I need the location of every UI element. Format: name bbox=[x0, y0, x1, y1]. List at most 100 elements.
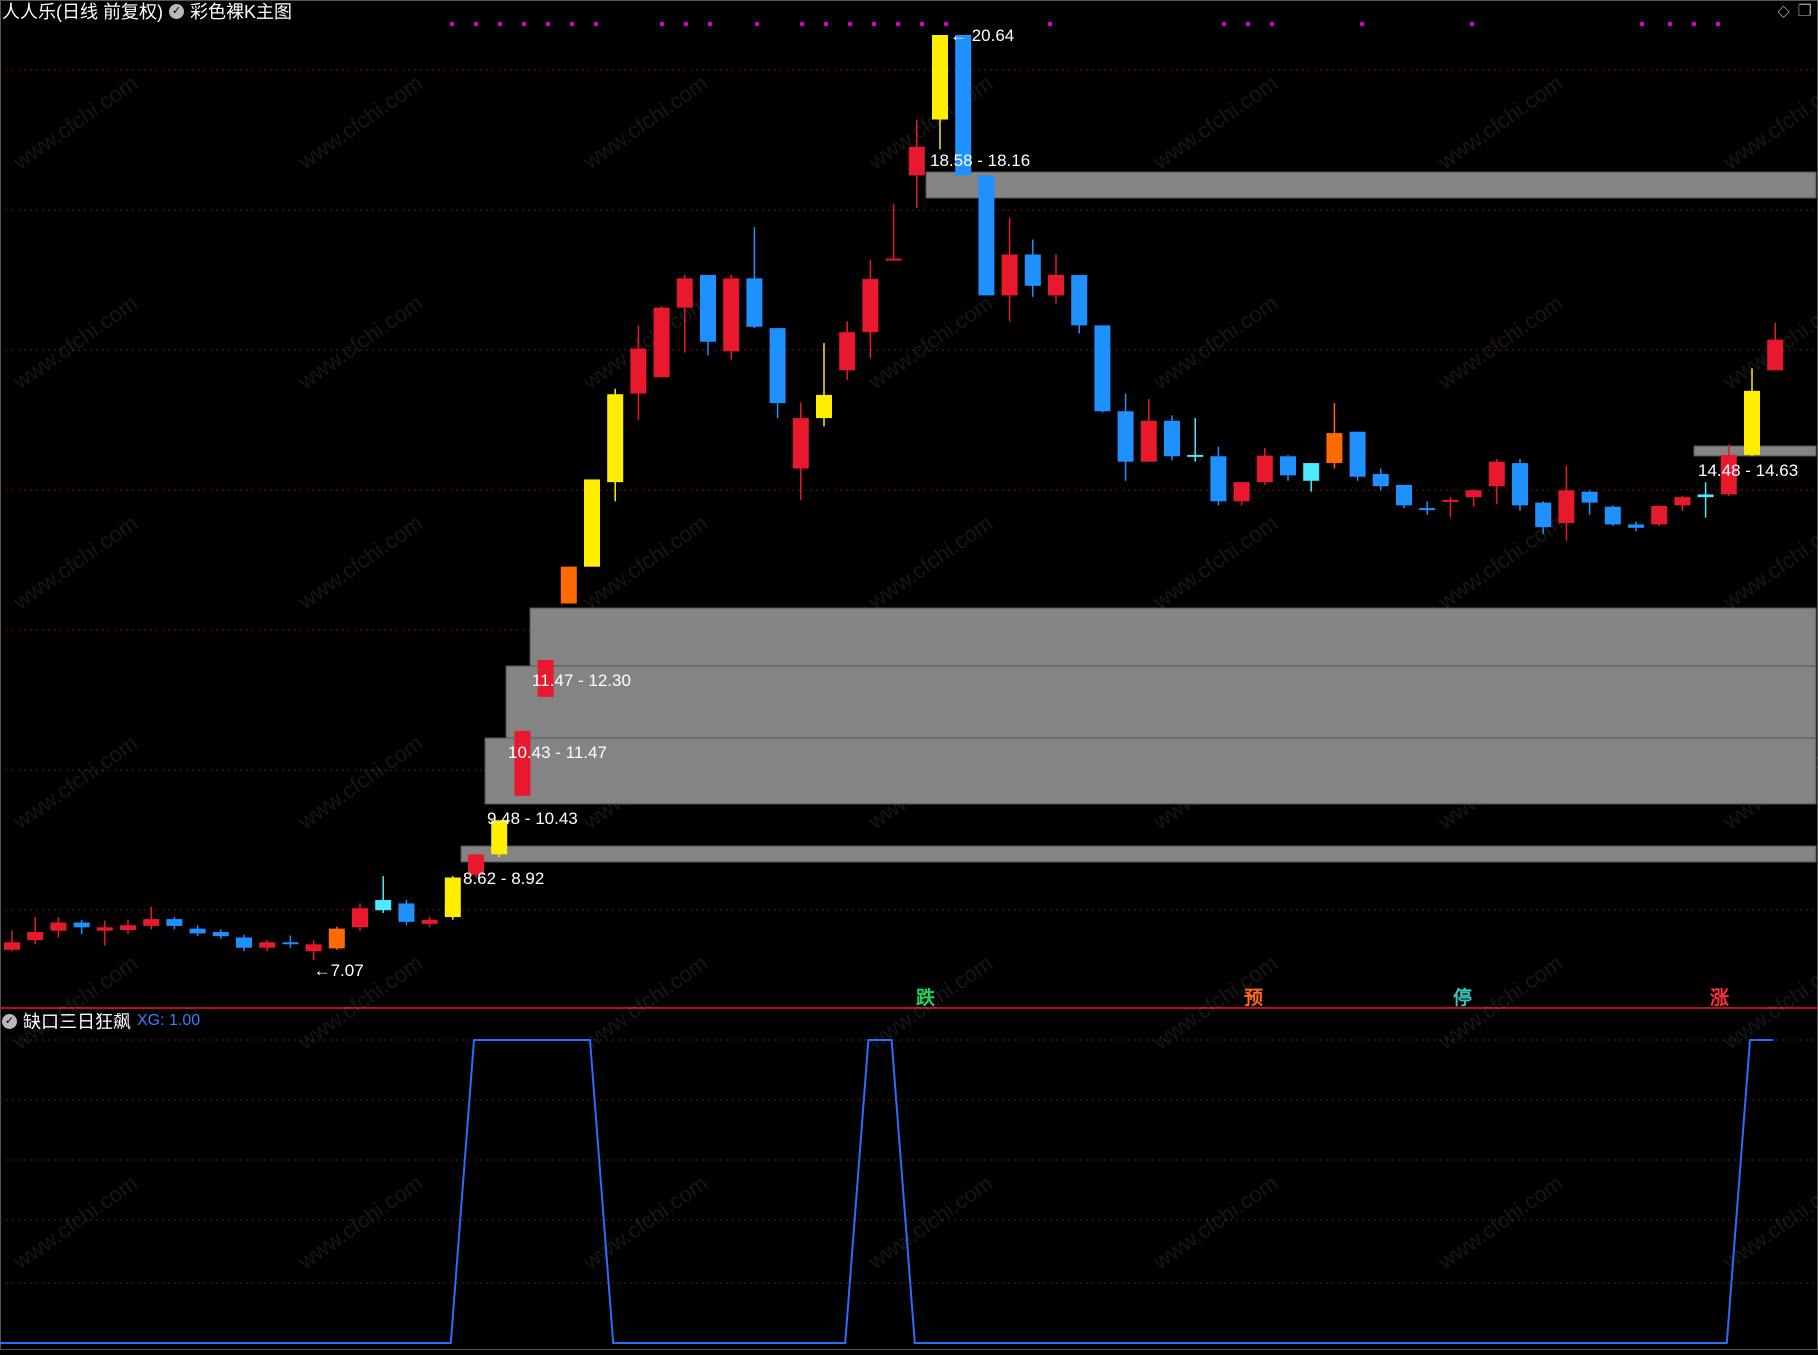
gap-band bbox=[460, 845, 1817, 863]
candle-body bbox=[1117, 411, 1134, 462]
gap-band bbox=[925, 171, 1817, 199]
main-panel-header: 人人乐(日线 前复权) ✓ 彩色裸K主图 bbox=[2, 0, 292, 22]
gap-label: 14.48 - 14.63 bbox=[1698, 461, 1798, 480]
candle-body bbox=[73, 922, 90, 928]
signal-dot bbox=[872, 22, 876, 26]
signal-dot bbox=[546, 22, 550, 26]
candle-body bbox=[560, 566, 577, 604]
candle-body bbox=[96, 927, 113, 931]
watermark: www.cfchi.com bbox=[1148, 1170, 1282, 1274]
xg-line bbox=[0, 1039, 1774, 1344]
candle-body bbox=[676, 278, 693, 308]
signal-dot bbox=[594, 22, 598, 26]
watermark: www.cfchi.com bbox=[1148, 510, 1282, 614]
watermark: www.cfchi.com bbox=[1433, 1170, 1567, 1274]
candle-body bbox=[1280, 456, 1296, 476]
candle-body bbox=[816, 394, 832, 419]
candle-body bbox=[630, 348, 647, 394]
window-controls: ◇ ❐ bbox=[1777, 1, 1812, 21]
candle-body bbox=[1001, 254, 1018, 296]
watermark: www.cfchi.com bbox=[8, 730, 142, 834]
candle-body bbox=[1256, 455, 1273, 483]
candle-body bbox=[514, 730, 531, 796]
candle-body bbox=[862, 279, 879, 333]
watermark: www.cfchi.com bbox=[8, 950, 142, 1054]
window-restore-icon[interactable]: ❐ bbox=[1798, 1, 1812, 21]
candle-body bbox=[1372, 473, 1389, 487]
watermark: www.cfchi.com bbox=[8, 290, 142, 394]
candle-body bbox=[1674, 497, 1691, 506]
gap-label: 18.58 - 18.16 bbox=[930, 151, 1030, 170]
gap-band bbox=[484, 737, 1817, 805]
signal-dot bbox=[1222, 22, 1226, 26]
signal-dot bbox=[570, 22, 574, 26]
watermark: www.cfchi.com bbox=[1433, 70, 1567, 174]
signal-dot bbox=[800, 22, 804, 26]
candle-body bbox=[885, 258, 902, 261]
watermark: www.cfchi.com bbox=[578, 950, 712, 1054]
signal-dot bbox=[1668, 22, 1672, 26]
candle-body bbox=[1048, 274, 1064, 296]
candle-body bbox=[4, 942, 20, 950]
candle-body bbox=[1744, 390, 1760, 455]
signal-dot bbox=[1470, 22, 1474, 26]
signal-dot bbox=[896, 22, 900, 26]
candle-body bbox=[607, 394, 624, 483]
candle-body bbox=[27, 932, 44, 941]
candle-body bbox=[792, 418, 809, 469]
low-price-label: ←7.07 bbox=[314, 961, 364, 980]
candle-body bbox=[1164, 420, 1180, 457]
candle-body bbox=[932, 35, 948, 120]
signal-dot bbox=[474, 22, 478, 26]
candle-body bbox=[584, 479, 600, 567]
signal-dot bbox=[498, 22, 502, 26]
sub-indicator-name[interactable]: 缺口三日狂飙 bbox=[23, 1008, 131, 1034]
watermark: www.cfchi.com bbox=[8, 70, 142, 174]
check-circle-icon[interactable]: ✓ bbox=[2, 1013, 17, 1029]
signal-dot bbox=[755, 22, 759, 26]
watermark: www.cfchi.com bbox=[293, 730, 427, 834]
candle-body bbox=[1326, 433, 1343, 464]
signal-label: 停 bbox=[1453, 986, 1472, 1009]
xg-value: XG: 1.00 bbox=[137, 1012, 201, 1029]
main-indicator-name[interactable]: 彩色裸K主图 bbox=[190, 0, 292, 24]
watermark: www.cfchi.com bbox=[293, 70, 427, 174]
signal-dot bbox=[824, 22, 828, 26]
watermark: www.cfchi.com bbox=[293, 1170, 427, 1274]
candle-body bbox=[700, 274, 716, 342]
gap-band bbox=[505, 665, 1817, 739]
candle-body bbox=[1651, 506, 1668, 525]
signal-dot bbox=[1270, 22, 1274, 26]
candle-body bbox=[282, 942, 299, 945]
sub-panel-header: ✓ 缺口三日狂飙 XG: 1.00 bbox=[2, 1010, 200, 1032]
watermark: www.cfchi.com bbox=[863, 1170, 997, 1274]
candle-body bbox=[1442, 499, 1459, 502]
watermark: www.cfchi.com bbox=[863, 290, 997, 394]
chart-canvas[interactable]: www.cfchi.com www.cfchi.com www.cfchi.com w… bbox=[0, 0, 1818, 1350]
candle-body bbox=[1535, 502, 1552, 528]
high-price-label: ← 20.64 bbox=[950, 26, 1014, 45]
stock-title[interactable]: 人人乐(日线 前复权) bbox=[2, 0, 163, 24]
candle-body bbox=[1604, 506, 1621, 525]
signal-dot bbox=[660, 22, 664, 26]
signal-dot bbox=[1246, 22, 1250, 26]
watermark: www.cfchi.com bbox=[1718, 510, 1818, 614]
candle-body bbox=[1140, 420, 1157, 462]
candle-body bbox=[653, 307, 670, 378]
candle-body bbox=[1303, 463, 1320, 481]
candle-body bbox=[328, 928, 345, 949]
signal-dot bbox=[1360, 22, 1364, 26]
candle-body bbox=[1187, 454, 1204, 457]
signal-dot bbox=[684, 22, 688, 26]
signal-dot bbox=[944, 22, 948, 26]
signal-dot bbox=[522, 22, 526, 26]
candle-body bbox=[746, 278, 763, 327]
candle-body bbox=[723, 278, 740, 352]
check-circle-icon[interactable]: ✓ bbox=[169, 3, 184, 19]
candle-body bbox=[421, 919, 438, 924]
diamond-icon[interactable]: ◇ bbox=[1777, 1, 1789, 21]
signal-dot bbox=[1640, 22, 1644, 26]
candle-body bbox=[1465, 490, 1482, 498]
candle-body bbox=[1024, 254, 1041, 286]
signal-dot bbox=[450, 22, 454, 26]
